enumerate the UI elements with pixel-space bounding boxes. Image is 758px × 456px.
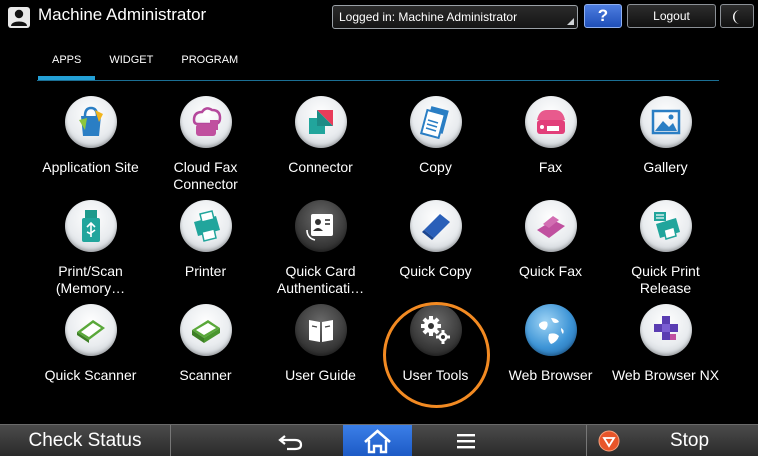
quick-fax-icon [525, 200, 577, 252]
app-label: Web Browser [508, 367, 593, 383]
top-bar: Machine Administrator Logged in: Machine… [0, 0, 758, 34]
home-button[interactable] [343, 425, 412, 456]
usb-memory-icon [65, 200, 117, 252]
gallery-icon [640, 96, 692, 148]
app-user-guide[interactable]: User Guide [263, 304, 378, 408]
app-label: Cloud Fax Connector [173, 159, 238, 192]
home-icon [364, 429, 391, 454]
print-release-icon [640, 200, 692, 252]
app-label: Quick Copy [399, 263, 472, 279]
tab-apps[interactable]: APPS [38, 48, 96, 80]
app-label: Print/Scan (Memory… [55, 263, 126, 296]
user-icon [8, 7, 30, 28]
tab-program[interactable]: PROGRAM [167, 48, 252, 78]
app-label: Web Browser NX [611, 367, 720, 383]
user-name-title: Machine Administrator [38, 5, 207, 24]
energy-saver-button[interactable] [720, 4, 754, 28]
menu-button[interactable] [446, 425, 486, 456]
scanner-icon [180, 304, 232, 356]
app-label: Quick Fax [518, 263, 582, 279]
book-icon [295, 304, 347, 356]
tab-widget[interactable]: WIDGET [95, 48, 167, 78]
cloud-fax-icon [180, 96, 232, 148]
login-status-text: Logged in: Machine Administrator [339, 10, 518, 24]
puzzle-icon [640, 304, 692, 356]
app-printer[interactable]: Printer [148, 200, 263, 304]
app-copy[interactable]: Copy [378, 96, 493, 200]
app-scanner[interactable]: Scanner [148, 304, 263, 408]
logout-button[interactable]: Logout [627, 4, 716, 28]
stop-icon[interactable] [598, 430, 620, 452]
app-quick-scanner[interactable]: Quick Scanner [33, 304, 148, 408]
app-quick-print-release[interactable]: Quick Print Release [608, 200, 723, 304]
bottom-bar: Check Status Stop [0, 424, 758, 456]
app-cloud-fax-connector[interactable]: Cloud Fax Connector [148, 96, 263, 200]
app-label: Fax [538, 159, 563, 175]
app-grid: Application Site Cloud Fax Connector Con… [33, 96, 723, 416]
app-label: Application Site [42, 159, 139, 175]
divider [586, 425, 587, 456]
quick-scanner-icon [65, 304, 117, 356]
quick-copy-icon [410, 200, 462, 252]
app-connector[interactable]: Connector [263, 96, 378, 200]
printer-icon [180, 200, 232, 252]
app-label: User Guide [285, 367, 356, 383]
app-web-browser[interactable]: Web Browser [493, 304, 608, 408]
shopping-bag-icon [65, 96, 117, 148]
hamburger-menu-icon [457, 434, 475, 449]
app-application-site[interactable]: Application Site [33, 96, 148, 200]
app-label: Copy [419, 159, 452, 175]
app-label: Quick Card Authenticati… [276, 263, 365, 296]
app-quick-card-authentication[interactable]: Quick Card Authenticati… [263, 200, 378, 304]
back-button[interactable] [271, 425, 311, 456]
app-label: Scanner [179, 367, 232, 383]
app-label: Connector [288, 159, 353, 175]
fax-icon [525, 96, 577, 148]
moon-icon [733, 10, 740, 24]
app-quick-fax[interactable]: Quick Fax [493, 200, 608, 304]
globe-icon [525, 304, 577, 356]
app-web-browser-nx[interactable]: Web Browser NX [608, 304, 723, 408]
help-button[interactable]: ? [584, 4, 622, 28]
stop-button[interactable]: Stop [652, 425, 727, 456]
app-print-scan-memory[interactable]: Print/Scan (Memory… [33, 200, 148, 304]
copy-icon [410, 96, 462, 148]
check-status-button[interactable]: Check Status [0, 425, 171, 456]
app-gallery[interactable]: Gallery [608, 96, 723, 200]
login-status-field[interactable]: Logged in: Machine Administrator [332, 5, 578, 29]
highlight-ring [383, 302, 490, 408]
app-quick-copy[interactable]: Quick Copy [378, 200, 493, 304]
tab-divider [37, 80, 719, 81]
app-fax[interactable]: Fax [493, 96, 608, 200]
id-card-icon [295, 200, 347, 252]
back-arrow-icon [278, 435, 303, 451]
app-label: Quick Scanner [44, 367, 137, 383]
connector-icon [295, 96, 347, 148]
app-label: Quick Print Release [631, 263, 700, 296]
tab-bar: APPS WIDGET PROGRAM [38, 48, 252, 80]
dropdown-corner-icon [567, 18, 574, 25]
app-label: Gallery [643, 159, 688, 175]
app-label: Printer [184, 263, 227, 279]
